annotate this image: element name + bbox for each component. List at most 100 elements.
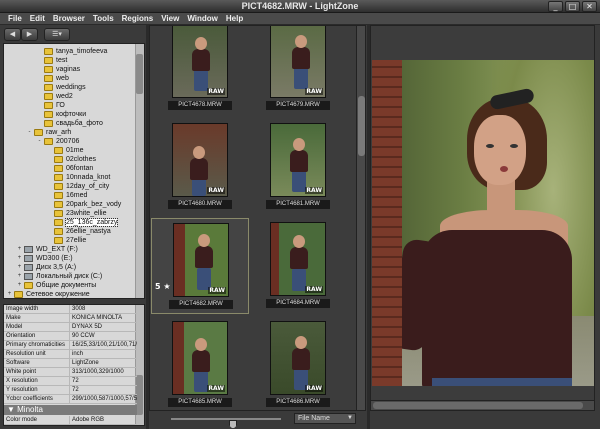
raw-badge: RAW [305,385,323,392]
tree-item-label: web [56,74,69,82]
metadata-section-header[interactable]: ▼ Minolta [4,405,137,415]
folder-icon [44,101,53,109]
thumbnail-image[interactable]: RAW [173,223,229,297]
metadata-key: Make [4,314,70,322]
raw-badge: RAW [208,287,226,294]
metadata-row: Software LightZone [4,359,137,368]
back-button[interactable]: ◀ [4,28,21,41]
minimize-button[interactable]: _ [548,1,563,12]
metadata-panel: Image width 3008 Make KONICA MINOLTA Model DY… [3,304,145,426]
thumbnail-image[interactable]: RAW [270,321,326,395]
tree-item-label: 23white_ellie [66,209,107,217]
tree-item-label: WD_EXT (F:) [36,245,78,253]
view-options-button[interactable]: ☰▾ [44,28,70,41]
tree-item-label: 02clothes [66,155,96,163]
metadata-value: 3008 [72,306,86,312]
browser-scrollbar-thumb[interactable] [358,96,365,156]
tree-item-label: Диск 3,5 (A:) [36,263,77,271]
raw-badge: RAW [207,88,225,95]
sort-select[interactable]: File Name ▼ [294,413,356,424]
tree-item-label: ГО [56,101,65,109]
menu-file[interactable]: File [4,13,26,24]
folder-icon [44,110,53,118]
thumbnail-cell[interactable]: RAW PICT4684.MRW [249,218,347,314]
menu-view[interactable]: View [157,13,183,24]
thumbnail-image[interactable]: RAW [172,321,228,395]
thumbnail-image[interactable]: RAW [270,26,326,98]
tree-expander-icon[interactable]: + [17,255,22,261]
tree-scrollbar-thumb[interactable] [136,54,143,94]
thumbnail-caption: PICT4686.MRW [266,398,330,407]
menu-regions[interactable]: Regions [118,13,158,24]
metadata-key: Image width [4,305,70,313]
menu-help[interactable]: Help [222,13,247,24]
thumbnail-cell[interactable]: RAW 5 ★ PICT4682.MRW [151,218,249,314]
thumbnail-image[interactable]: RAW [172,26,228,98]
thumbnail-cell[interactable]: RAW PICT4685.MRW [151,317,249,410]
tree-item-label: WD300 (E:) [36,254,73,262]
metadata-scrollbar-thumb[interactable] [136,375,143,415]
metadata-row: Resolution unit inch [4,350,137,359]
preview-scrollbar-thumb[interactable] [373,402,583,409]
thumbnail-cell[interactable]: RAW PICT4681.MRW [249,119,347,215]
folder-tree[interactable]: tanya_timofeeva test vaginas web weddings wed… [3,43,145,299]
metadata-value: 90 CCW [72,333,95,339]
tree-scrollbar[interactable] [135,44,144,298]
tree-item-label: Сетевое окружение [26,290,90,298]
folder-icon [54,191,63,199]
tree-item-label: vaginas [56,65,81,73]
metadata-value: 72 [72,378,79,384]
metadata-row: Orientation 90 CCW [4,332,137,341]
folder-icon [24,281,33,289]
thumbnail-cell[interactable]: RAW PICT4686.MRW [249,317,347,410]
tree-item-label: 01me [66,146,84,154]
tree-item-label: кофточки [56,110,87,118]
folder-icon [54,182,63,190]
menu-tools[interactable]: Tools [89,13,118,24]
thumbnail-cell[interactable]: RAW PICT4680.MRW [151,119,249,215]
thumbnail-cell[interactable]: RAW PICT4679.MRW [249,26,347,116]
thumbnail-caption: PICT4684.MRW [266,299,330,308]
tree-item[interactable]: + Сетевое окружение [7,289,90,298]
metadata-key: Y resolution [4,386,70,394]
tree-expander-icon[interactable]: - [27,129,32,135]
thumbnail-browser[interactable]: RAW PICT4678.MRW RAW PICT4679.MRW RAW PICT468… [149,25,366,411]
preview-scrollbar[interactable] [371,400,594,410]
tree-expander-icon[interactable]: + [17,282,22,288]
maximize-button[interactable]: □ [565,1,580,12]
menu-edit[interactable]: Edit [26,13,49,24]
thumbnail-image[interactable]: RAW [270,123,326,197]
thumbnail-cell[interactable]: RAW PICT4678.MRW [151,26,249,116]
folder-icon [54,227,63,235]
tree-expander-icon[interactable]: + [17,273,22,279]
folder-icon [44,74,53,82]
tree-expander-icon[interactable]: - [37,138,42,144]
metadata-value: 299/1000,587/1000,57/500 [72,396,137,402]
chevron-down-icon: ▼ [347,415,353,421]
raw-badge: RAW [207,385,225,392]
image-preview[interactable] [370,25,595,411]
tree-expander-icon[interactable]: + [17,246,22,252]
metadata-value: 72 [72,387,79,393]
metadata-row: Model DYNAX 5D [4,323,137,332]
tree-expander-icon[interactable]: + [7,291,12,297]
folder-icon [54,200,63,208]
slider-knob[interactable] [229,420,237,429]
folder-icon [44,92,53,100]
folder-icon [34,128,43,136]
tree-expander-icon[interactable]: + [17,264,22,270]
folder-icon [44,65,53,73]
thumbnail-size-slider[interactable] [171,418,281,429]
thumbnail-image[interactable]: RAW [172,123,228,197]
thumbnail-image[interactable]: RAW [270,222,326,296]
forward-button[interactable]: ▶ [21,28,38,41]
browser-scrollbar[interactable] [356,25,366,411]
thumbnail-caption: PICT4679.MRW [266,101,330,110]
metadata-value: 313/1000,329/1000 [72,369,124,375]
close-button[interactable]: ✕ [582,1,597,12]
menu-browser[interactable]: Browser [49,13,89,24]
folder-icon [54,146,63,154]
tree-item-label: 06fontan [66,164,94,172]
drive-icon [24,245,33,253]
menu-window[interactable]: Window [183,13,222,24]
